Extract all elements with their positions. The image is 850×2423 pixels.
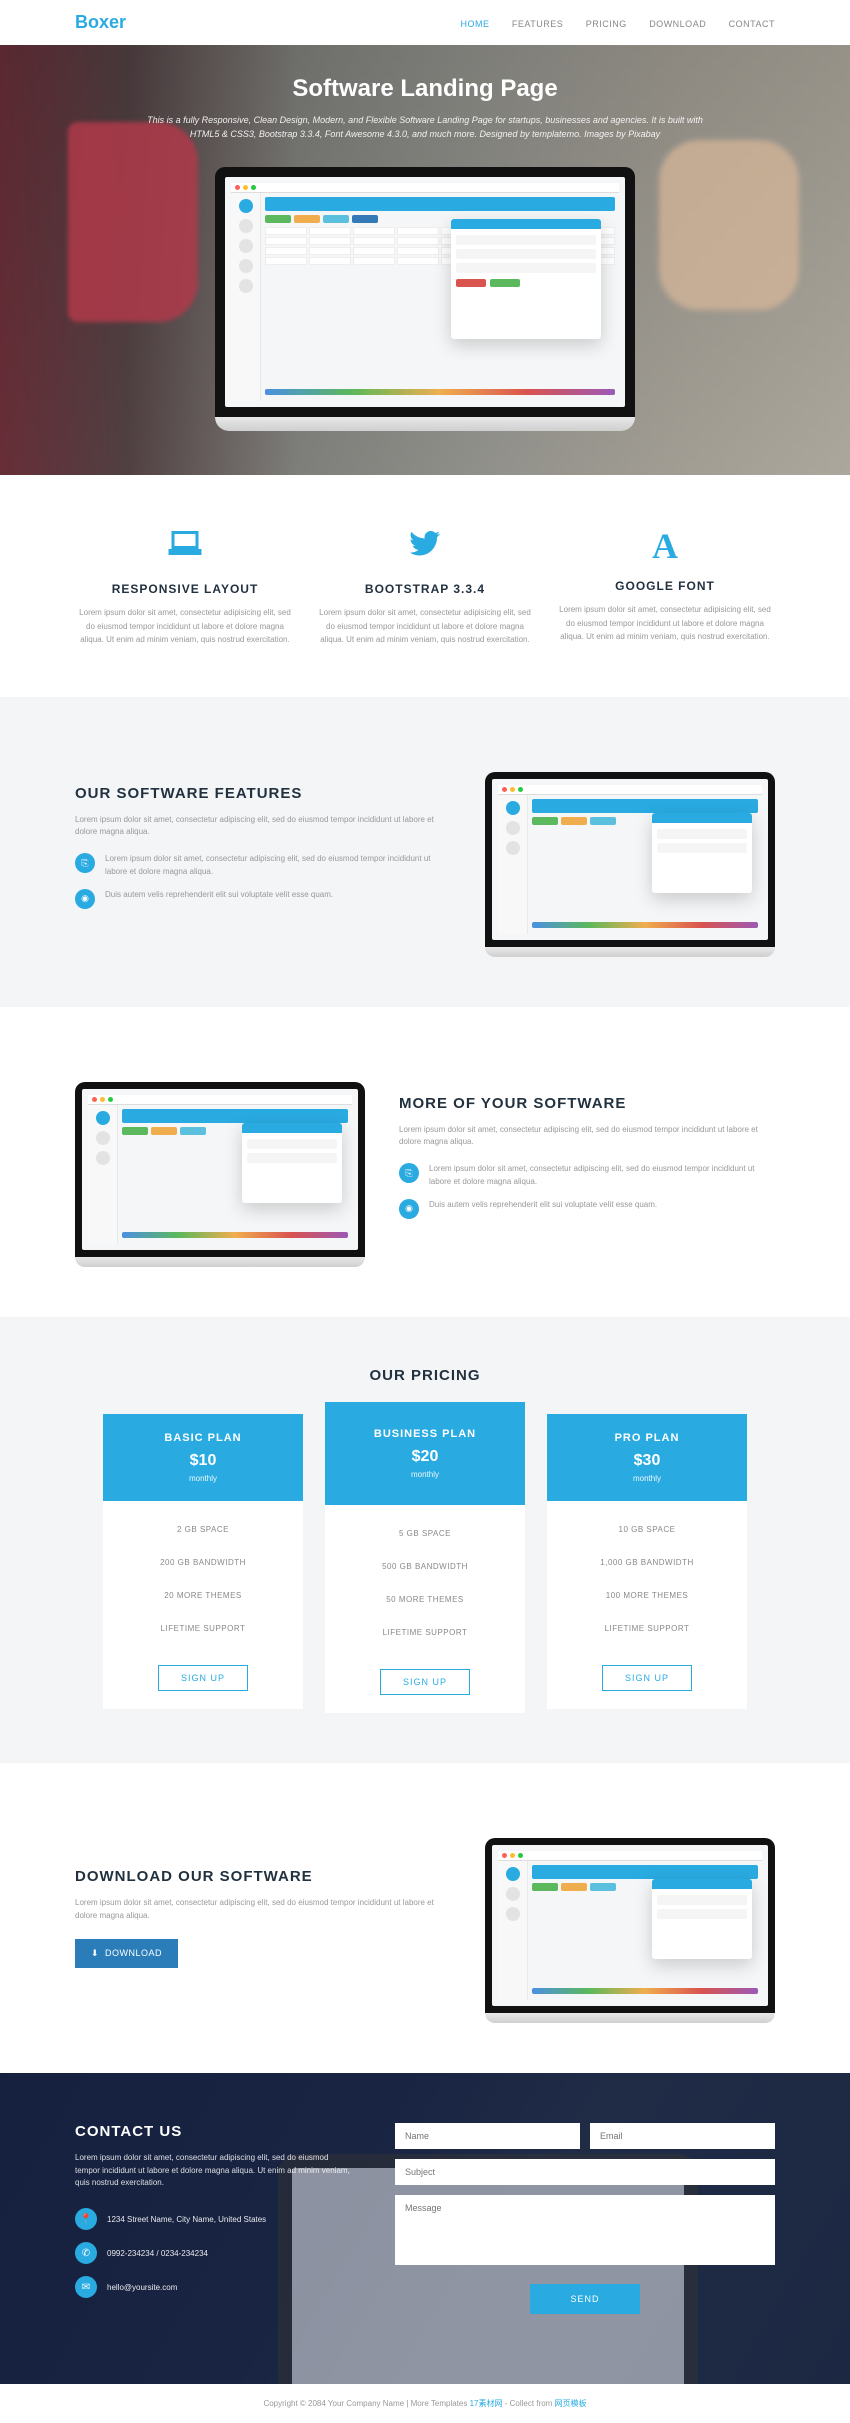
plan-pro: PRO PLAN $30 monthly 10 GB SPACE 1,000 GB … bbox=[547, 1414, 747, 1709]
twitter-icon bbox=[315, 525, 535, 570]
plan-feature: 1,000 GB BANDWIDTH bbox=[547, 1546, 747, 1579]
contact-email: hello@yoursite.com bbox=[107, 2283, 177, 2292]
hero: Software Landing Page This is a fully Re… bbox=[0, 45, 850, 475]
feature-desc: Lorem ipsum dolor sit amet, consectetur … bbox=[399, 1124, 775, 1150]
contact-title: CONTACT US bbox=[75, 2123, 355, 2140]
signup-button[interactable]: SIGN UP bbox=[602, 1665, 692, 1691]
nav-home[interactable]: HOME bbox=[460, 19, 489, 29]
download-button[interactable]: ⬇DOWNLOAD bbox=[75, 1939, 178, 1968]
plan-feature: 200 GB BANDWIDTH bbox=[103, 1546, 303, 1579]
bullet-text: Duis autem velis reprehenderit elit sui … bbox=[105, 889, 333, 902]
benefit-bootstrap: BOOTSTRAP 3.3.4 Lorem ipsum dolor sit am… bbox=[315, 525, 535, 647]
download-laptop-mockup bbox=[485, 1838, 775, 2023]
contact-form: SEND bbox=[395, 2123, 775, 2314]
feature-desc: Lorem ipsum dolor sit amet, consectetur … bbox=[75, 814, 451, 840]
signup-button[interactable]: SIGN UP bbox=[380, 1669, 470, 1695]
plan-period: monthly bbox=[555, 1474, 739, 1483]
plan-name: PRO PLAN bbox=[555, 1432, 739, 1444]
benefit-title: RESPONSIVE LAYOUT bbox=[75, 582, 295, 596]
email-input[interactable] bbox=[590, 2123, 775, 2149]
download-section: DOWNLOAD OUR SOFTWARE Lorem ipsum dolor … bbox=[0, 1763, 850, 2073]
email-icon: ✉ bbox=[75, 2276, 97, 2298]
plan-feature: 5 GB SPACE bbox=[325, 1517, 525, 1550]
benefit-desc: Lorem ipsum dolor sit amet, consectetur … bbox=[555, 603, 775, 644]
plan-period: monthly bbox=[333, 1470, 517, 1479]
plan-feature: 2 GB SPACE bbox=[103, 1513, 303, 1546]
plan-feature: LIFETIME SUPPORT bbox=[547, 1612, 747, 1645]
plan-price: $30 bbox=[555, 1452, 739, 1470]
benefit-desc: Lorem ipsum dolor sit amet, consectetur … bbox=[315, 606, 535, 647]
contact-desc: Lorem ipsum dolor sit amet, consectetur … bbox=[75, 2152, 355, 2190]
logo[interactable]: Boxer bbox=[75, 12, 126, 33]
bullet-text: Lorem ipsum dolor sit amet, consectetur … bbox=[105, 853, 451, 879]
hero-subtitle: This is a fully Responsive, Clean Design… bbox=[145, 113, 705, 142]
download-desc: Lorem ipsum dolor sit amet, consectetur … bbox=[75, 1897, 451, 1923]
hero-laptop-mockup bbox=[215, 167, 635, 431]
benefit-desc: Lorem ipsum dolor sit amet, consectetur … bbox=[75, 606, 295, 647]
send-button[interactable]: SEND bbox=[530, 2284, 639, 2314]
plan-business: BUSINESS PLAN $20 monthly 5 GB SPACE 500 G… bbox=[325, 1402, 525, 1713]
hero-title: Software Landing Page bbox=[292, 75, 557, 103]
signup-button[interactable]: SIGN UP bbox=[158, 1665, 248, 1691]
plan-feature: 10 GB SPACE bbox=[547, 1513, 747, 1546]
plan-name: BUSINESS PLAN bbox=[333, 1428, 517, 1440]
bullet-icon: ◉ bbox=[399, 1199, 419, 1219]
benefits-section: RESPONSIVE LAYOUT Lorem ipsum dolor sit … bbox=[75, 475, 775, 697]
footer: Copyright © 2084 Your Company Name | Mor… bbox=[0, 2384, 850, 2423]
plan-feature: 50 MORE THEMES bbox=[325, 1583, 525, 1616]
bullet-icon: ⎘ bbox=[75, 853, 95, 873]
contact-address: 1234 Street Name, City Name, United Stat… bbox=[107, 2215, 266, 2224]
plan-name: BASIC PLAN bbox=[111, 1432, 295, 1444]
footer-link[interactable]: 网页模板 bbox=[555, 2399, 587, 2408]
plan-feature: LIFETIME SUPPORT bbox=[103, 1612, 303, 1645]
nav-pricing[interactable]: PRICING bbox=[586, 19, 627, 29]
plan-feature: LIFETIME SUPPORT bbox=[325, 1616, 525, 1649]
features-section-2: MORE OF YOUR SOFTWARE Lorem ipsum dolor … bbox=[0, 1007, 850, 1317]
map-pin-icon: 📍 bbox=[75, 2208, 97, 2230]
bullet-icon: ◉ bbox=[75, 889, 95, 909]
font-icon: A bbox=[555, 525, 775, 567]
plan-basic: BASIC PLAN $10 monthly 2 GB SPACE 200 GB B… bbox=[103, 1414, 303, 1709]
plan-price: $20 bbox=[333, 1448, 517, 1466]
plan-feature: 100 MORE THEMES bbox=[547, 1579, 747, 1612]
benefit-font: A GOOGLE FONT Lorem ipsum dolor sit amet… bbox=[555, 525, 775, 647]
header: Boxer HOME FEATURES PRICING DOWNLOAD CON… bbox=[75, 0, 775, 45]
name-input[interactable] bbox=[395, 2123, 580, 2149]
phone-icon: ✆ bbox=[75, 2242, 97, 2264]
bullet-text: Duis autem velis reprehenderit elit sui … bbox=[429, 1199, 657, 1212]
pricing-section: OUR PRICING BASIC PLAN $10 monthly 2 GB SP… bbox=[0, 1317, 850, 1763]
benefit-title: BOOTSTRAP 3.3.4 bbox=[315, 582, 535, 596]
laptop-icon bbox=[75, 525, 295, 570]
bullet-text: Lorem ipsum dolor sit amet, consectetur … bbox=[429, 1163, 775, 1189]
nav-contact[interactable]: CONTACT bbox=[729, 19, 775, 29]
plan-feature: 20 MORE THEMES bbox=[103, 1579, 303, 1612]
footer-link[interactable]: 17素材网 bbox=[470, 2399, 503, 2408]
benefit-responsive: RESPONSIVE LAYOUT Lorem ipsum dolor sit … bbox=[75, 525, 295, 647]
feature-title: OUR SOFTWARE FEATURES bbox=[75, 785, 451, 802]
nav-download[interactable]: DOWNLOAD bbox=[649, 19, 706, 29]
bullet-icon: ⎘ bbox=[399, 1163, 419, 1183]
plan-feature: 500 GB BANDWIDTH bbox=[325, 1550, 525, 1583]
subject-input[interactable] bbox=[395, 2159, 775, 2185]
contact-phone: 0992-234234 / 0234-234234 bbox=[107, 2249, 208, 2258]
message-input[interactable] bbox=[395, 2195, 775, 2265]
plan-period: monthly bbox=[111, 1474, 295, 1483]
feature-laptop-mockup bbox=[485, 772, 775, 957]
pricing-title: OUR PRICING bbox=[75, 1367, 775, 1384]
features-section-1: OUR SOFTWARE FEATURES Lorem ipsum dolor … bbox=[0, 697, 850, 1007]
feature-title: MORE OF YOUR SOFTWARE bbox=[399, 1095, 775, 1112]
benefit-title: GOOGLE FONT bbox=[555, 579, 775, 593]
plan-price: $10 bbox=[111, 1452, 295, 1470]
contact-section: CONTACT US Lorem ipsum dolor sit amet, c… bbox=[0, 2073, 850, 2384]
download-title: DOWNLOAD OUR SOFTWARE bbox=[75, 1868, 451, 1885]
main-nav: HOME FEATURES PRICING DOWNLOAD CONTACT bbox=[442, 14, 775, 32]
footer-copy: Copyright © 2084 Your Company Name | Mor… bbox=[263, 2399, 469, 2408]
feature-laptop-mockup bbox=[75, 1082, 365, 1267]
nav-features[interactable]: FEATURES bbox=[512, 19, 563, 29]
download-icon: ⬇ bbox=[91, 1948, 99, 1959]
